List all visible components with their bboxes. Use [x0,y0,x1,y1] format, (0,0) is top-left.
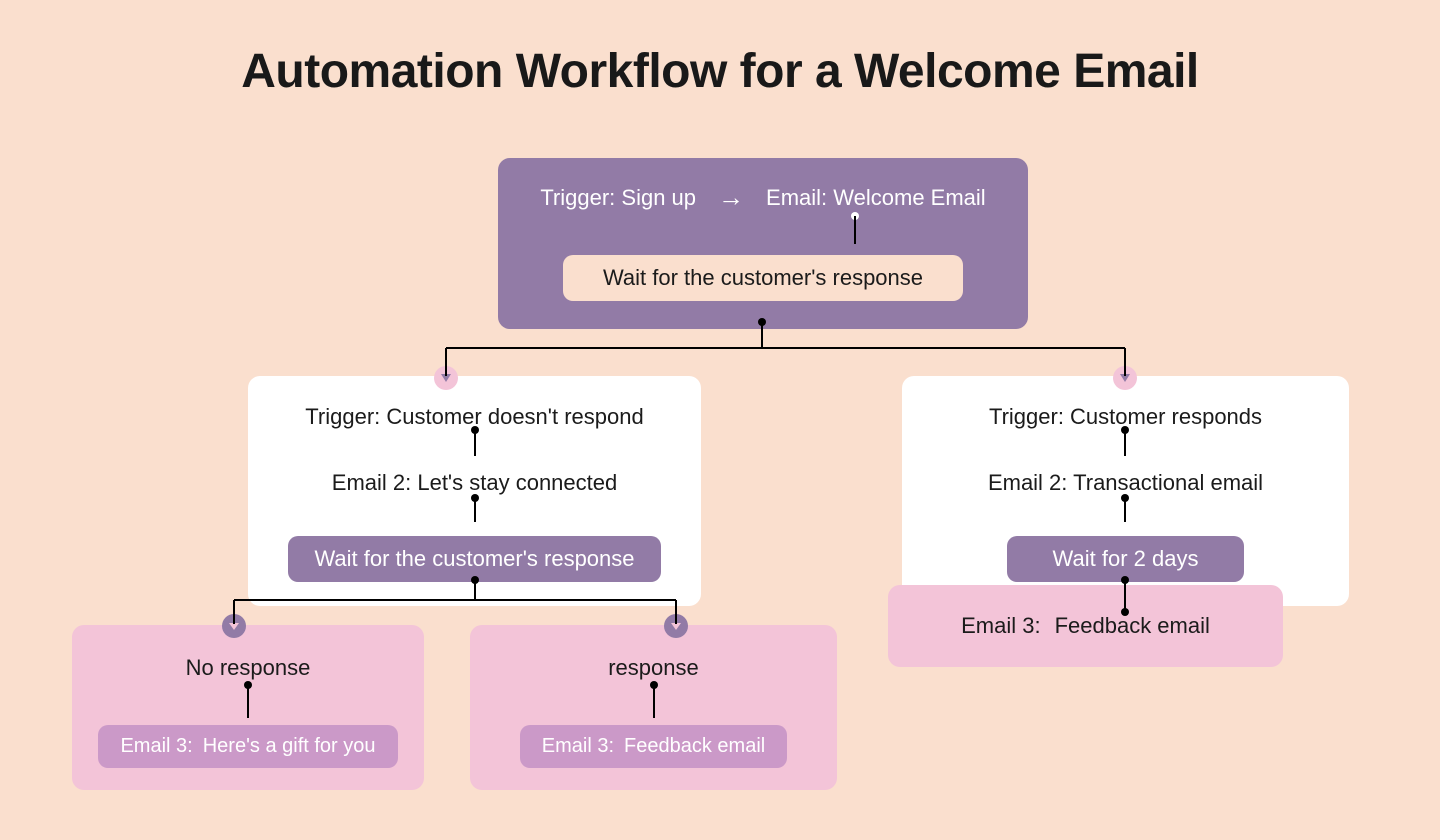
leaf-b-label: Email 3: [542,735,614,758]
l2-right-email: Email 2: Transactional email [924,470,1327,496]
root-trigger: Trigger: Sign up [540,185,696,211]
node-leaf-right: Email 3: Feedback email [888,585,1283,667]
arrow-badge-icon [434,366,458,390]
node-response-branch: Trigger: Customer responds Email 2: Tran… [902,376,1349,606]
l2-right-wait: Wait for 2 days [1007,536,1245,582]
leaf-b-top: response [492,655,815,681]
leaf-c-label: Email 3: [961,613,1040,639]
root-wait-pill: Wait for the customer's response [563,255,963,301]
leaf-a-label: Email 3: [120,735,192,758]
node-root: Trigger: Sign up → Email: Welcome Email … [498,158,1028,329]
node-no-response-branch: Trigger: Customer doesn't respond Email … [248,376,701,606]
arrow-badge-icon [222,614,246,638]
arrow-right-icon: → [718,182,744,213]
l2-left-email: Email 2: Let's stay connected [270,470,679,496]
leaf-b-value: Feedback email [624,735,765,758]
leaf-a-box: Email 3: Here's a gift for you [98,725,397,768]
leaf-c-value: Feedback email [1055,613,1210,639]
arrow-badge-icon [664,614,688,638]
arrow-badge-icon [1113,366,1137,390]
node-leaf-response: response Email 3: Feedback email [470,625,837,790]
leaf-a-value: Here's a gift for you [203,735,376,758]
root-email: Email: Welcome Email [766,185,986,211]
page-title: Automation Workflow for a Welcome Email [0,44,1440,99]
l2-left-wait: Wait for the customer's response [288,536,660,582]
l2-right-trigger: Trigger: Customer responds [924,404,1327,430]
node-leaf-no-response: No response Email 3: Here's a gift for y… [72,625,424,790]
leaf-b-box: Email 3: Feedback email [520,725,787,768]
leaf-a-top: No response [94,655,402,681]
l2-left-trigger: Trigger: Customer doesn't respond [270,404,679,430]
